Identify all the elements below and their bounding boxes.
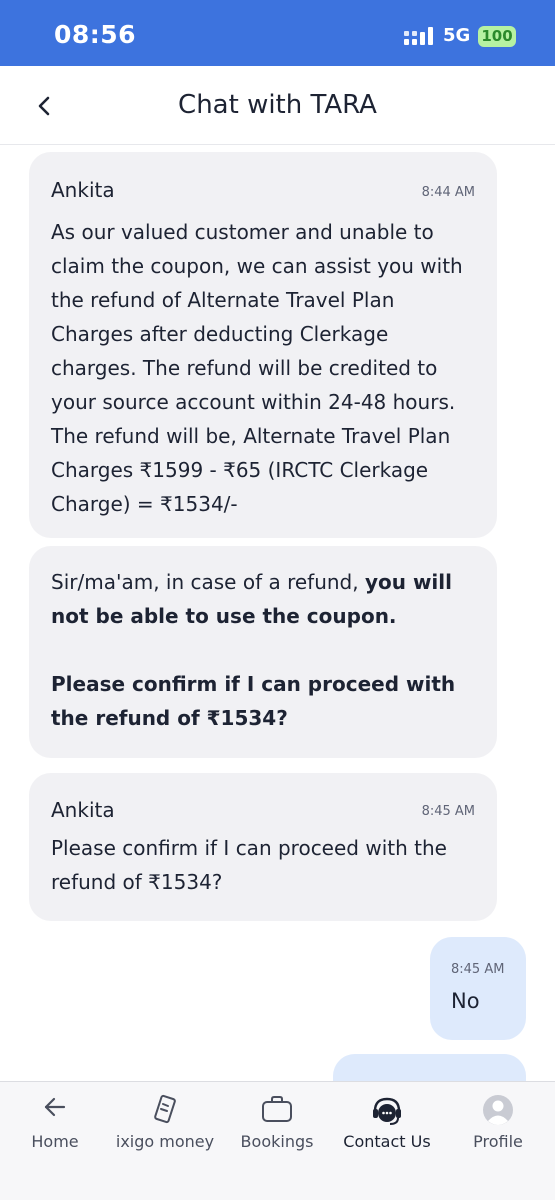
nav-item-home[interactable]: Home	[10, 1082, 100, 1162]
nav-item-contact-us[interactable]: Contact Us	[337, 1082, 437, 1162]
nav-item-profile[interactable]: Profile	[453, 1082, 543, 1162]
signal-icon	[404, 27, 433, 45]
status-time: 08:56	[54, 20, 137, 49]
message-sender: Ankita	[51, 798, 115, 822]
nav-item-ixigo-money[interactable]: ixigo money	[110, 1082, 220, 1162]
nav-label: ixigo money	[115, 1132, 215, 1151]
chat-header: Chat with TARA	[0, 66, 555, 145]
nav-label: Bookings	[240, 1132, 314, 1151]
outgoing-message	[333, 1054, 526, 1081]
briefcase-icon	[262, 1096, 292, 1122]
outgoing-message: 8:45 AM No	[430, 937, 526, 1040]
chat-area[interactable]: Ankita 8:44 AM As our valued customer an…	[0, 146, 555, 1081]
avatar-icon	[483, 1095, 513, 1125]
incoming-message: Ankita 8:44 AM As our valued customer an…	[29, 152, 497, 538]
message-time: 8:44 AM	[421, 185, 475, 200]
support-chat-icon	[373, 1097, 401, 1125]
message-text: Sir/ma'am, in case of a refund, you will…	[51, 565, 479, 633]
nav-label: Home	[31, 1132, 79, 1151]
message-text-normal: Sir/ma'am, in case of a refund,	[51, 570, 365, 594]
message-time: 8:45 AM	[451, 962, 505, 977]
nav-label: Profile	[473, 1132, 523, 1151]
network-label: 5G	[443, 25, 471, 46]
message-text: As our valued customer and unable to cla…	[51, 220, 463, 516]
wallet-icon	[154, 1094, 176, 1124]
incoming-message: Ankita 8:45 AM Please confirm if I can p…	[29, 773, 497, 921]
incoming-message: Sir/ma'am, in case of a refund, you will…	[29, 546, 497, 758]
message-sender: Ankita	[51, 178, 115, 202]
bottom-nav: Home ixigo money Bookings Contact Us Pro…	[0, 1081, 555, 1200]
message-text: No	[451, 989, 480, 1013]
message-confirm-text: Please confirm if I can proceed with the…	[51, 672, 456, 730]
status-bar: 08:56 5G 100	[0, 0, 555, 66]
nav-item-bookings[interactable]: Bookings	[232, 1082, 322, 1162]
battery-badge: 100	[478, 26, 516, 47]
page-title: Chat with TARA	[178, 90, 377, 120]
message-text: Please confirm if I can proceed with the…	[51, 836, 447, 894]
message-time: 8:45 AM	[421, 804, 475, 819]
nav-label: Contact Us	[343, 1132, 431, 1151]
arrow-left-icon	[44, 1097, 66, 1117]
